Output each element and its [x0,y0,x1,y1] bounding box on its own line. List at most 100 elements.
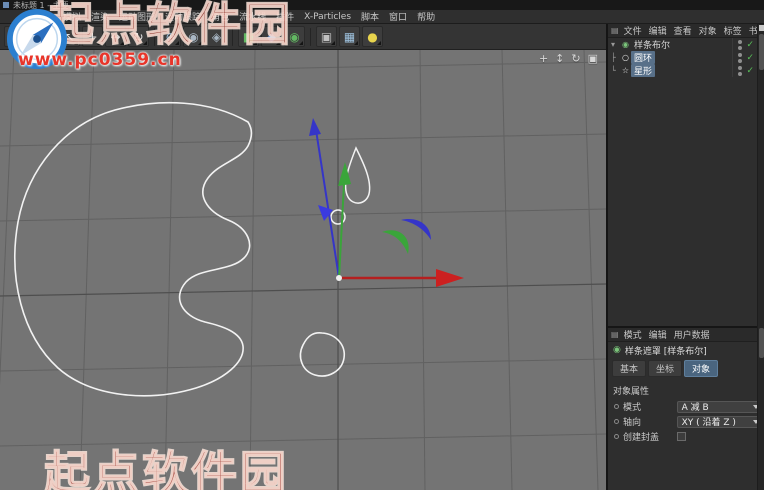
tree-expander[interactable]: └ [611,66,620,75]
panel-grid-icon[interactable]: ▤ [611,330,619,339]
tree-expander[interactable]: ├ [611,53,620,62]
grid [0,50,606,490]
editor-visibility-dot[interactable] [738,65,743,70]
menu-item[interactable]: 查看 [671,24,695,37]
tree-row-star[interactable]: └ ☆ 星形 ✓ [608,64,764,77]
menu-item[interactable]: 运动跟踪 [160,10,206,23]
menu-item[interactable]: X-Particles [299,12,356,22]
move-tool-icon[interactable]: + [82,26,103,47]
object-type-icon: ☆ [621,66,630,75]
axis-gizmo[interactable] [309,118,464,287]
scrollbar-thumb[interactable] [759,34,764,70]
scrollbar-thumb[interactable] [759,328,764,358]
render-view-icon[interactable]: ◉ [183,26,204,47]
display-mode-icon[interactable]: ▦ [339,26,360,47]
render-visibility-dot[interactable] [738,71,743,76]
render-visibility-dot[interactable] [738,58,743,63]
live-selection-icon[interactable]: ↖ [59,26,80,47]
mode-dropdown[interactable]: A 减 B [676,400,764,413]
primitive-cube-icon[interactable]: ■ [238,26,259,47]
toggle-view-icon[interactable]: ▣ [588,53,598,64]
z-axis-line [315,129,340,279]
viewport[interactable]: + ↕ ↻ ▣ [0,50,606,490]
tree-row-spline-mask[interactable]: ▾ ◉ 样条布尔 ✓ [608,38,764,51]
animation-dot[interactable] [614,404,619,409]
menu-item[interactable]: 角色 [206,10,234,23]
attribute-tab[interactable]: 基本 [612,360,647,377]
section-object-properties[interactable]: 对象属性 [608,379,764,399]
scale-tool-icon[interactable]: ↔ [105,26,126,47]
origin-point [336,275,342,281]
tree-expander[interactable]: ▾ [611,40,620,49]
viewport-canvas[interactable] [0,50,606,490]
menu-item[interactable]: 流水线 [234,10,271,23]
panel-scrollbar[interactable] [757,24,764,490]
attribute-tab[interactable]: 对象 [684,360,719,377]
green-segment [382,230,409,254]
menu-item[interactable]: 用户数据 [671,328,713,341]
enable-check-icon[interactable]: ✓ [746,53,754,63]
object-type-icon: ◉ [622,40,629,49]
object-manager: ▤ 文件编辑查看对象标签书签 ▾ ◉ 样条布尔 [608,24,764,326]
spline-pen-icon[interactable]: ◆ [261,26,282,47]
enable-check-icon[interactable]: ✓ [746,66,754,76]
editor-visibility-dot[interactable] [738,39,743,44]
zoom-view-icon[interactable]: ↕ [555,53,564,64]
animation-dot[interactable] [614,419,619,424]
rotate-tool-icon[interactable]: ↻ [128,26,149,47]
spline-blob[interactable] [14,101,253,397]
spline-teardrop[interactable] [344,146,371,204]
object-label[interactable]: 星形 [631,64,656,77]
enable-check-icon[interactable]: ✓ [746,40,754,50]
editor-visibility-dot[interactable] [738,52,743,57]
tool-button[interactable] [53,27,54,46]
render-settings-icon[interactable]: ◈ [206,26,227,47]
menu-item[interactable]: 模拟 [58,10,86,23]
menu-item[interactable]: 插件 [271,10,299,23]
menu-bar: 模拟 渲染 运动图形 运动跟踪 角色 流水线 插件 X-Particles 脚本 窗口 帮助 [0,10,764,24]
grid-axis-lines [0,50,606,490]
object-label[interactable]: 样条布尔 [631,38,673,51]
attribute-manager: ▤ 模式 编辑 用户数据 ◉ 样条遮罩 [样条布尔] 基本 坐标 对象 对象属性 模式 … [608,326,764,488]
create-caps-checkbox[interactable] [677,432,686,441]
object-type-icon: ○ [622,53,629,62]
menu-item[interactable]: 对象 [696,24,720,37]
blue-segment [401,219,431,240]
pan-view-icon[interactable]: + [539,53,548,64]
coordinate-system-icon[interactable]: ⊕ [160,26,181,47]
menu-item[interactable]: 编辑 [646,24,670,37]
menu-item[interactable]: 编辑 [646,328,670,341]
menu-item[interactable]: 文件 [621,24,645,37]
property-row-axis: 轴向 XY ( 沿着 Z ) [608,414,764,429]
attribute-title-row: ◉ 样条遮罩 [样条布尔] [608,342,764,358]
menu-item[interactable]: 标签 [721,24,745,37]
undo-icon[interactable]: ↶ [4,26,25,47]
subdivision-surface-icon[interactable]: ◉ [284,26,305,47]
render-visibility-dot[interactable] [738,45,743,50]
menu-item[interactable]: 脚本 [356,10,384,23]
panel-grid-icon[interactable]: ▤ [611,26,619,35]
menu-item[interactable]: 模式 [621,328,645,341]
tool-button[interactable] [232,27,233,46]
attribute-tab[interactable]: 坐标 [648,360,683,377]
object-label[interactable]: 圆环 [631,51,656,64]
scroll-top-button[interactable] [759,25,764,31]
tool-button[interactable] [310,27,311,46]
light-icon[interactable]: ● [362,26,383,47]
rotate-view-icon[interactable]: ↻ [571,53,580,64]
property-label: 轴向 [623,418,642,428]
application-window: 未标题 1 - 主要 模拟 渲染 运动图形 运动跟踪 角色 流水线 插件 X-Particle… [0,0,764,490]
menu-item[interactable]: 窗口 [384,10,412,23]
tree-row-circle[interactable]: ├ ○ 圆环 ✓ [608,51,764,64]
tool-button[interactable] [154,27,155,46]
property-row-caps: 创建封盖 [608,429,764,444]
menu-item[interactable]: 渲染 [86,10,114,23]
camera-icon[interactable]: ▣ [316,26,337,47]
z-axis-arrow [309,118,321,136]
x-axis-arrow [436,269,464,287]
menu-item[interactable]: 帮助 [412,10,440,23]
axis-dropdown[interactable]: XY ( 沿着 Z ) [676,415,764,428]
menu-item[interactable]: 运动图形 [114,10,160,23]
redo-icon[interactable]: ↷ [27,26,48,47]
animation-dot[interactable] [614,434,619,439]
